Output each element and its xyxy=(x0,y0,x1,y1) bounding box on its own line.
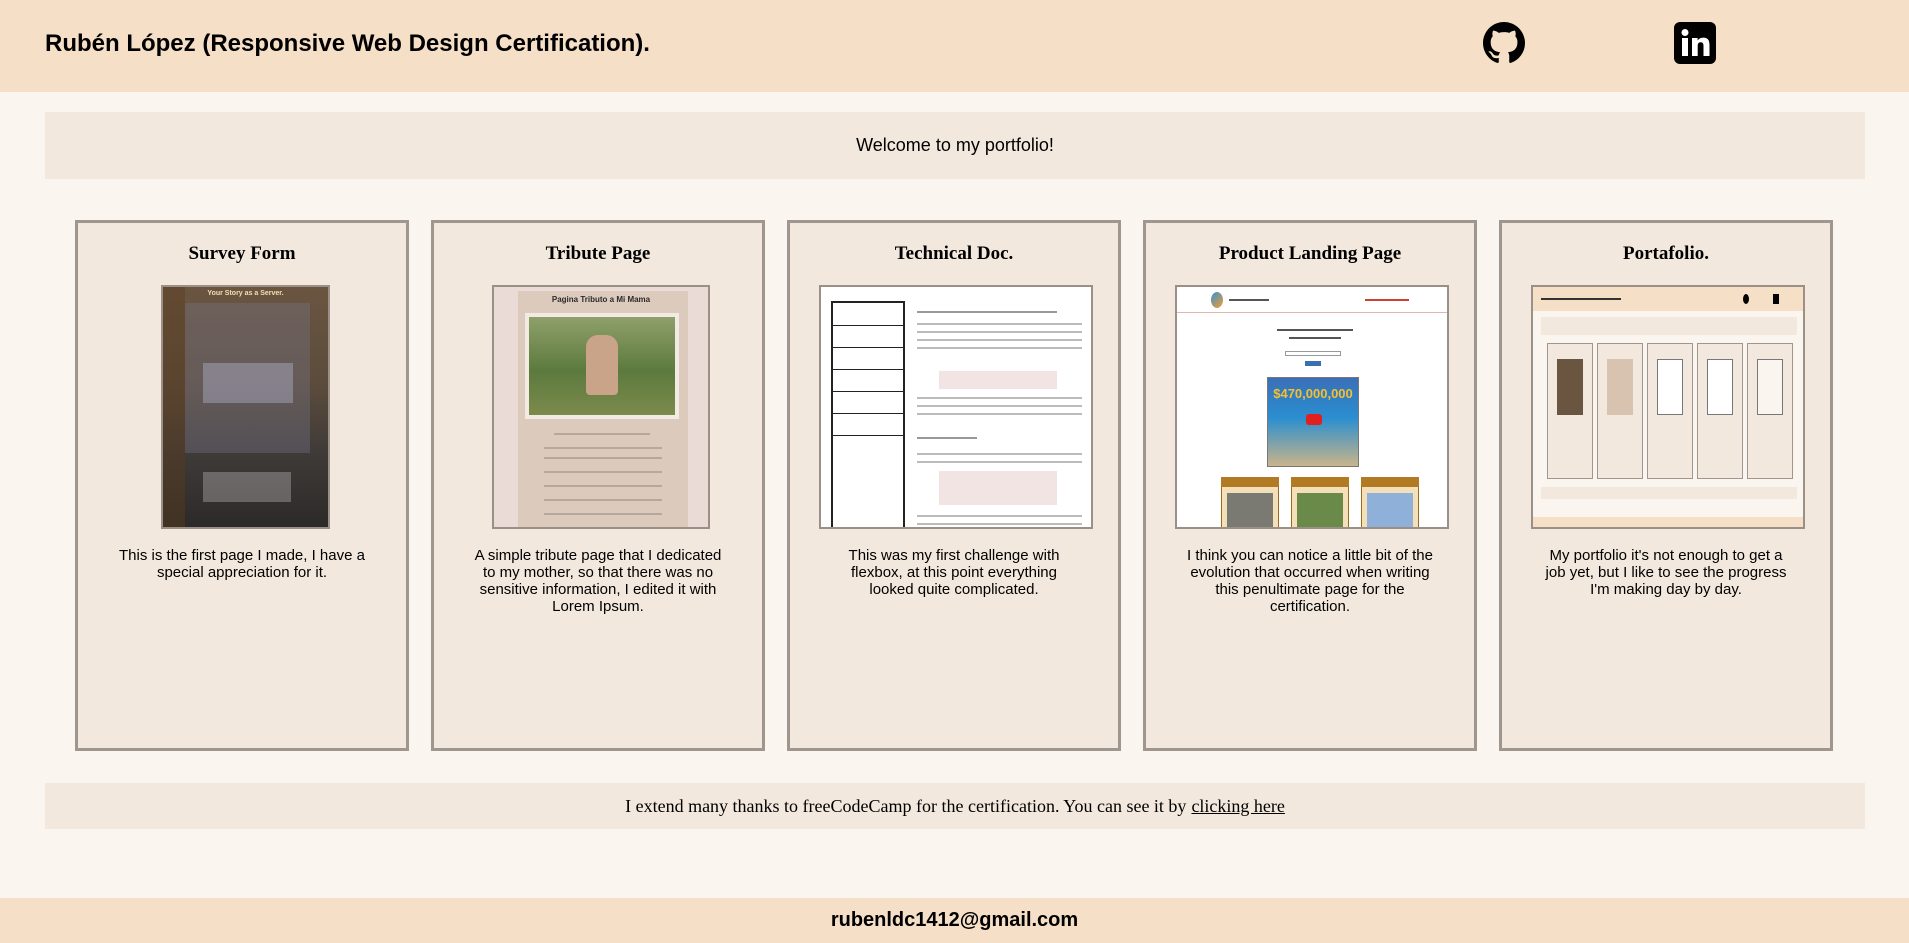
project-thumbnail[interactable]: Pagina Tributo a Mi Mama xyxy=(492,285,710,529)
thumb-price: $470,000,000 xyxy=(1273,386,1353,401)
project-description: A simple tribute page that I dedicated t… xyxy=(474,547,722,615)
welcome-banner: Welcome to my portfolio! xyxy=(45,112,1865,179)
project-title: Portafolio. xyxy=(1622,243,1709,264)
project-cards: Survey Form Your Story as a Server. This… xyxy=(75,220,1835,751)
thumb-heading: Pagina Tributo a Mi Mama xyxy=(551,295,651,304)
thumb-heading: Your Story as a Server. xyxy=(207,290,284,297)
project-thumbnail[interactable]: Your Story as a Server. xyxy=(161,285,330,529)
project-title: Tribute Page xyxy=(545,243,651,264)
project-thumbnail[interactable]: $470,000,000 xyxy=(1175,285,1449,529)
footer: rubenldc1412@gmail.com xyxy=(0,898,1909,943)
github-icon xyxy=(1483,22,1525,63)
project-card-survey-form[interactable]: Survey Form Your Story as a Server. This… xyxy=(75,220,409,751)
project-description: This was my first challenge with flexbox… xyxy=(848,547,1060,598)
project-card-portafolio[interactable]: Portafolio. My portfolio it's not enough… xyxy=(1499,220,1833,751)
project-thumbnail[interactable] xyxy=(819,285,1093,529)
project-description: This is the first page I made, I have a … xyxy=(119,547,365,581)
contact-email[interactable]: rubenldc1412@gmail.com xyxy=(831,909,1078,932)
welcome-text: Welcome to my portfolio! xyxy=(856,135,1054,155)
linkedin-link[interactable] xyxy=(1674,22,1718,66)
project-title: Product Landing Page xyxy=(1218,243,1402,264)
certification-link[interactable]: clicking here xyxy=(1191,796,1284,817)
top-bar: Rubén López (Responsive Web Design Certi… xyxy=(0,0,1909,92)
project-card-tribute-page[interactable]: Tribute Page Pagina Tributo a Mi Mama A … xyxy=(431,220,765,751)
project-card-product-landing-page[interactable]: Product Landing Page $470,000,000 I thin… xyxy=(1143,220,1477,751)
project-thumbnail[interactable] xyxy=(1531,285,1805,529)
project-description: My portfolio it's not enough to get a jo… xyxy=(1545,547,1787,598)
github-link[interactable] xyxy=(1483,22,1527,66)
linkedin-icon xyxy=(1674,22,1716,64)
certification-banner: I extend many thanks to freeCodeCamp for… xyxy=(45,783,1865,829)
project-description: I think you can notice a little bit of t… xyxy=(1187,547,1433,615)
project-title: Technical Doc. xyxy=(894,243,1014,264)
project-title: Survey Form xyxy=(188,243,296,264)
thanks-text: I extend many thanks to freeCodeCamp for… xyxy=(625,795,1187,816)
page-title: Rubén López (Responsive Web Design Certi… xyxy=(45,30,650,57)
project-card-technical-doc[interactable]: Technical Doc. This was my first challen… xyxy=(787,220,1121,751)
